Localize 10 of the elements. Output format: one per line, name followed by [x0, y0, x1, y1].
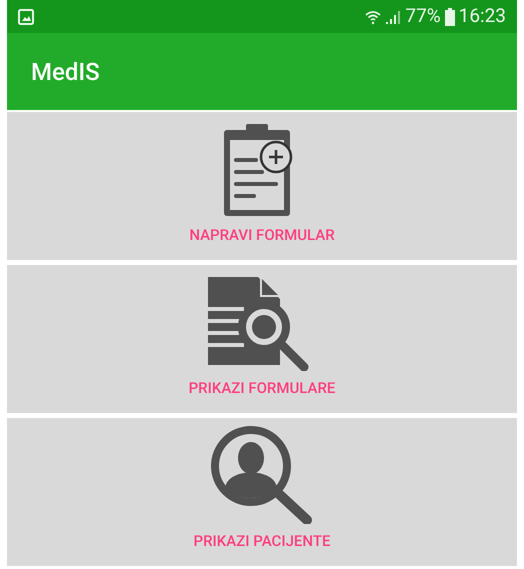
signal-icon [385, 8, 402, 24]
clock-time: 16:23 [458, 3, 506, 30]
menu-action-button[interactable]: PRIKAZI PACIJENTE [7, 418, 517, 566]
battery-icon [444, 8, 455, 26]
image-icon [18, 8, 34, 24]
wifi-icon [365, 8, 382, 24]
app-title: MedIS [31, 56, 100, 88]
menu-action-button[interactable]: PRIKAZI FORMULARE [7, 265, 517, 413]
battery-percentage: 77% [405, 3, 441, 30]
menu-action-button[interactable]: NAPRAVI FORMULAR [7, 112, 517, 260]
